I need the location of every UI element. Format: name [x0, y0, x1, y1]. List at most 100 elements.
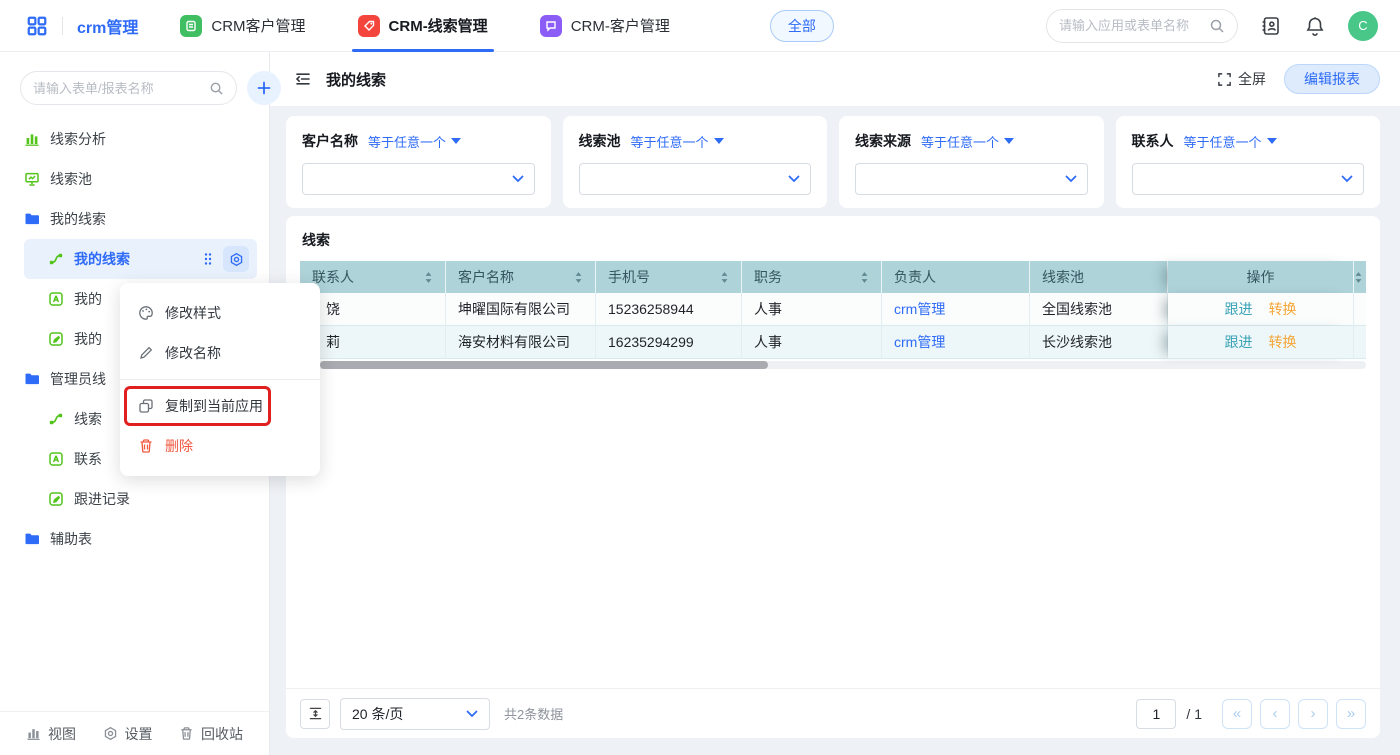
tab-crm-customer-mgmt[interactable]: CRM客户管理 [180, 0, 305, 52]
sidebar-folder-my-leads[interactable]: 我的线索 [0, 199, 269, 239]
filter-operator[interactable]: 等于任意一个 [631, 132, 724, 151]
main-header: 我的线索 全屏 编辑报表 [270, 52, 1400, 106]
tab-label: CRM-客户管理 [571, 15, 670, 36]
edit-report-button[interactable]: 编辑报表 [1284, 64, 1380, 94]
sidebar-item-my-leads[interactable]: 我的线索 [24, 239, 257, 279]
notifications-bell-icon[interactable] [1304, 15, 1326, 37]
col-header-owner[interactable]: 负责人 [882, 261, 1030, 293]
col-header-company[interactable]: 客户名称 [446, 261, 596, 293]
menu-item-rename[interactable]: 修改名称 [120, 333, 320, 373]
last-page-button[interactable]: » [1336, 699, 1366, 729]
convert-link[interactable]: 转换 [1269, 332, 1297, 352]
caret-down-icon [1004, 138, 1014, 144]
cell-contact: 莉 [300, 326, 446, 359]
footer-label: 视图 [48, 724, 76, 744]
chevron-down-icon [512, 175, 524, 183]
collapse-sidebar-icon[interactable] [294, 70, 312, 88]
contact-form-icon [48, 291, 64, 307]
first-page-button[interactable]: « [1222, 699, 1252, 729]
filter-value-select[interactable] [1132, 163, 1365, 195]
apps-grid-icon[interactable] [26, 15, 48, 37]
caret-down-icon [451, 138, 461, 144]
filter-value-select[interactable] [302, 163, 535, 195]
filter-value-select[interactable] [579, 163, 812, 195]
col-header-contact[interactable]: 联系人 [300, 261, 446, 293]
menu-item-edit-style[interactable]: 修改样式 [120, 293, 320, 333]
cell-job: 人事 [742, 326, 882, 359]
app-tile-icon [180, 15, 202, 37]
page-size-select[interactable]: 20 条/页 [340, 698, 490, 730]
sort-icon[interactable] [860, 271, 869, 284]
tab-crm-lead-mgmt[interactable]: CRM-线索管理 [358, 0, 488, 52]
total-count-text: 共2条数据 [504, 704, 563, 723]
menu-item-delete[interactable]: 删除 [120, 426, 320, 466]
form-search-input[interactable] [33, 81, 209, 96]
menu-item-label: 复制到当前应用 [165, 396, 263, 416]
views-button[interactable]: 视图 [26, 724, 76, 744]
context-menu: 修改样式 修改名称 复制到当前应用 删除 [120, 283, 320, 476]
follow-up-link[interactable]: 跟进 [1225, 332, 1253, 352]
owner-link[interactable]: crm管理 [894, 299, 945, 319]
sidebar-item-lead-pool[interactable]: 线索池 [0, 159, 269, 199]
app-tile-icon [540, 15, 562, 37]
user-avatar[interactable]: C [1348, 11, 1378, 41]
global-search-box[interactable] [1046, 9, 1238, 43]
all-apps-pill[interactable]: 全部 [770, 10, 834, 42]
recycle-bin-button[interactable]: 回收站 [179, 724, 243, 744]
owner-link[interactable]: crm管理 [894, 332, 945, 352]
filter-operator[interactable]: 等于任意一个 [1184, 132, 1277, 151]
filter-value-select[interactable] [855, 163, 1088, 195]
contacts-icon[interactable] [1260, 15, 1282, 37]
tab-crm-client-mgmt[interactable]: CRM-客户管理 [540, 0, 670, 52]
chevron-down-icon [1065, 175, 1077, 183]
sidebar-item-lead-analysis[interactable]: 线索分析 [0, 119, 269, 159]
sidebar-item-label: 线索池 [50, 169, 92, 189]
current-app-link[interactable]: crm管理 [77, 14, 138, 38]
form-search-box[interactable] [20, 71, 237, 105]
settings-button[interactable]: 设置 [103, 724, 153, 744]
sort-icon[interactable] [720, 271, 729, 284]
convert-link[interactable]: 转换 [1269, 299, 1297, 319]
prev-page-button[interactable]: ‹ [1260, 699, 1290, 729]
col-header-pool[interactable]: 线索池 [1030, 261, 1168, 293]
folder-icon [24, 531, 40, 547]
sidebar-item-label: 我的 [74, 329, 102, 349]
sidebar-folder-aux-tables[interactable]: 辅助表 [0, 519, 269, 559]
col-header-phone[interactable]: 手机号 [596, 261, 742, 293]
filter-operator[interactable]: 等于任意一个 [368, 132, 461, 151]
sidebar-item-label: 线索分析 [50, 129, 106, 149]
col-header-job[interactable]: 职务 [742, 261, 882, 293]
global-search-input[interactable] [1059, 18, 1209, 33]
follow-up-link[interactable]: 跟进 [1225, 299, 1253, 319]
caret-down-icon [714, 138, 724, 144]
cell-pool: 全国线索池 [1030, 293, 1168, 326]
menu-item-label: 修改名称 [165, 343, 221, 363]
sort-icon[interactable] [424, 271, 433, 284]
filter-label: 线索池 [579, 131, 621, 151]
fullscreen-button[interactable]: 全屏 [1217, 69, 1266, 89]
menu-item-copy-to-app[interactable]: 复制到当前应用 [120, 386, 320, 426]
sidebar-item-label: 我的 [74, 289, 102, 309]
horizontal-scrollbar-thumb[interactable] [320, 361, 768, 369]
gear-icon [103, 726, 118, 741]
add-form-button[interactable] [247, 71, 281, 105]
menu-item-label: 修改样式 [165, 303, 221, 323]
sidebar-item-label: 辅助表 [50, 529, 92, 549]
topbar: crm管理 CRM客户管理 CRM-线索管理 [0, 0, 1400, 52]
sort-icon[interactable] [574, 271, 583, 284]
col-header-clipped [1354, 261, 1366, 293]
row-height-button[interactable] [300, 699, 330, 729]
item-settings-gear-icon[interactable] [223, 246, 249, 272]
app-tabs: CRM客户管理 CRM-线索管理 CRM-客户管理 全部 [180, 0, 833, 52]
filter-operator[interactable]: 等于任意一个 [921, 132, 1014, 151]
main-area: 我的线索 全屏 编辑报表 客户名称 等于任意一个 [270, 52, 1400, 755]
table-row[interactable]: 饶 坤曜国际有限公司 15236258944 人事 crm管理 全国线索池 跟进… [300, 293, 1366, 326]
next-page-button[interactable]: › [1298, 699, 1328, 729]
drag-handle-icon[interactable] [203, 252, 213, 266]
current-page-input[interactable] [1136, 699, 1176, 729]
pagination-controls: / 1 « ‹ › » [1136, 699, 1366, 729]
sidebar-item-label: 我的线索 [50, 209, 106, 229]
sidebar-item-followup-records[interactable]: 跟进记录 [0, 479, 269, 519]
table-row[interactable]: 莉 海安材料有限公司 16235294299 人事 crm管理 长沙线索池 跟进… [300, 326, 1366, 359]
horizontal-scrollbar-track[interactable] [300, 361, 1366, 369]
